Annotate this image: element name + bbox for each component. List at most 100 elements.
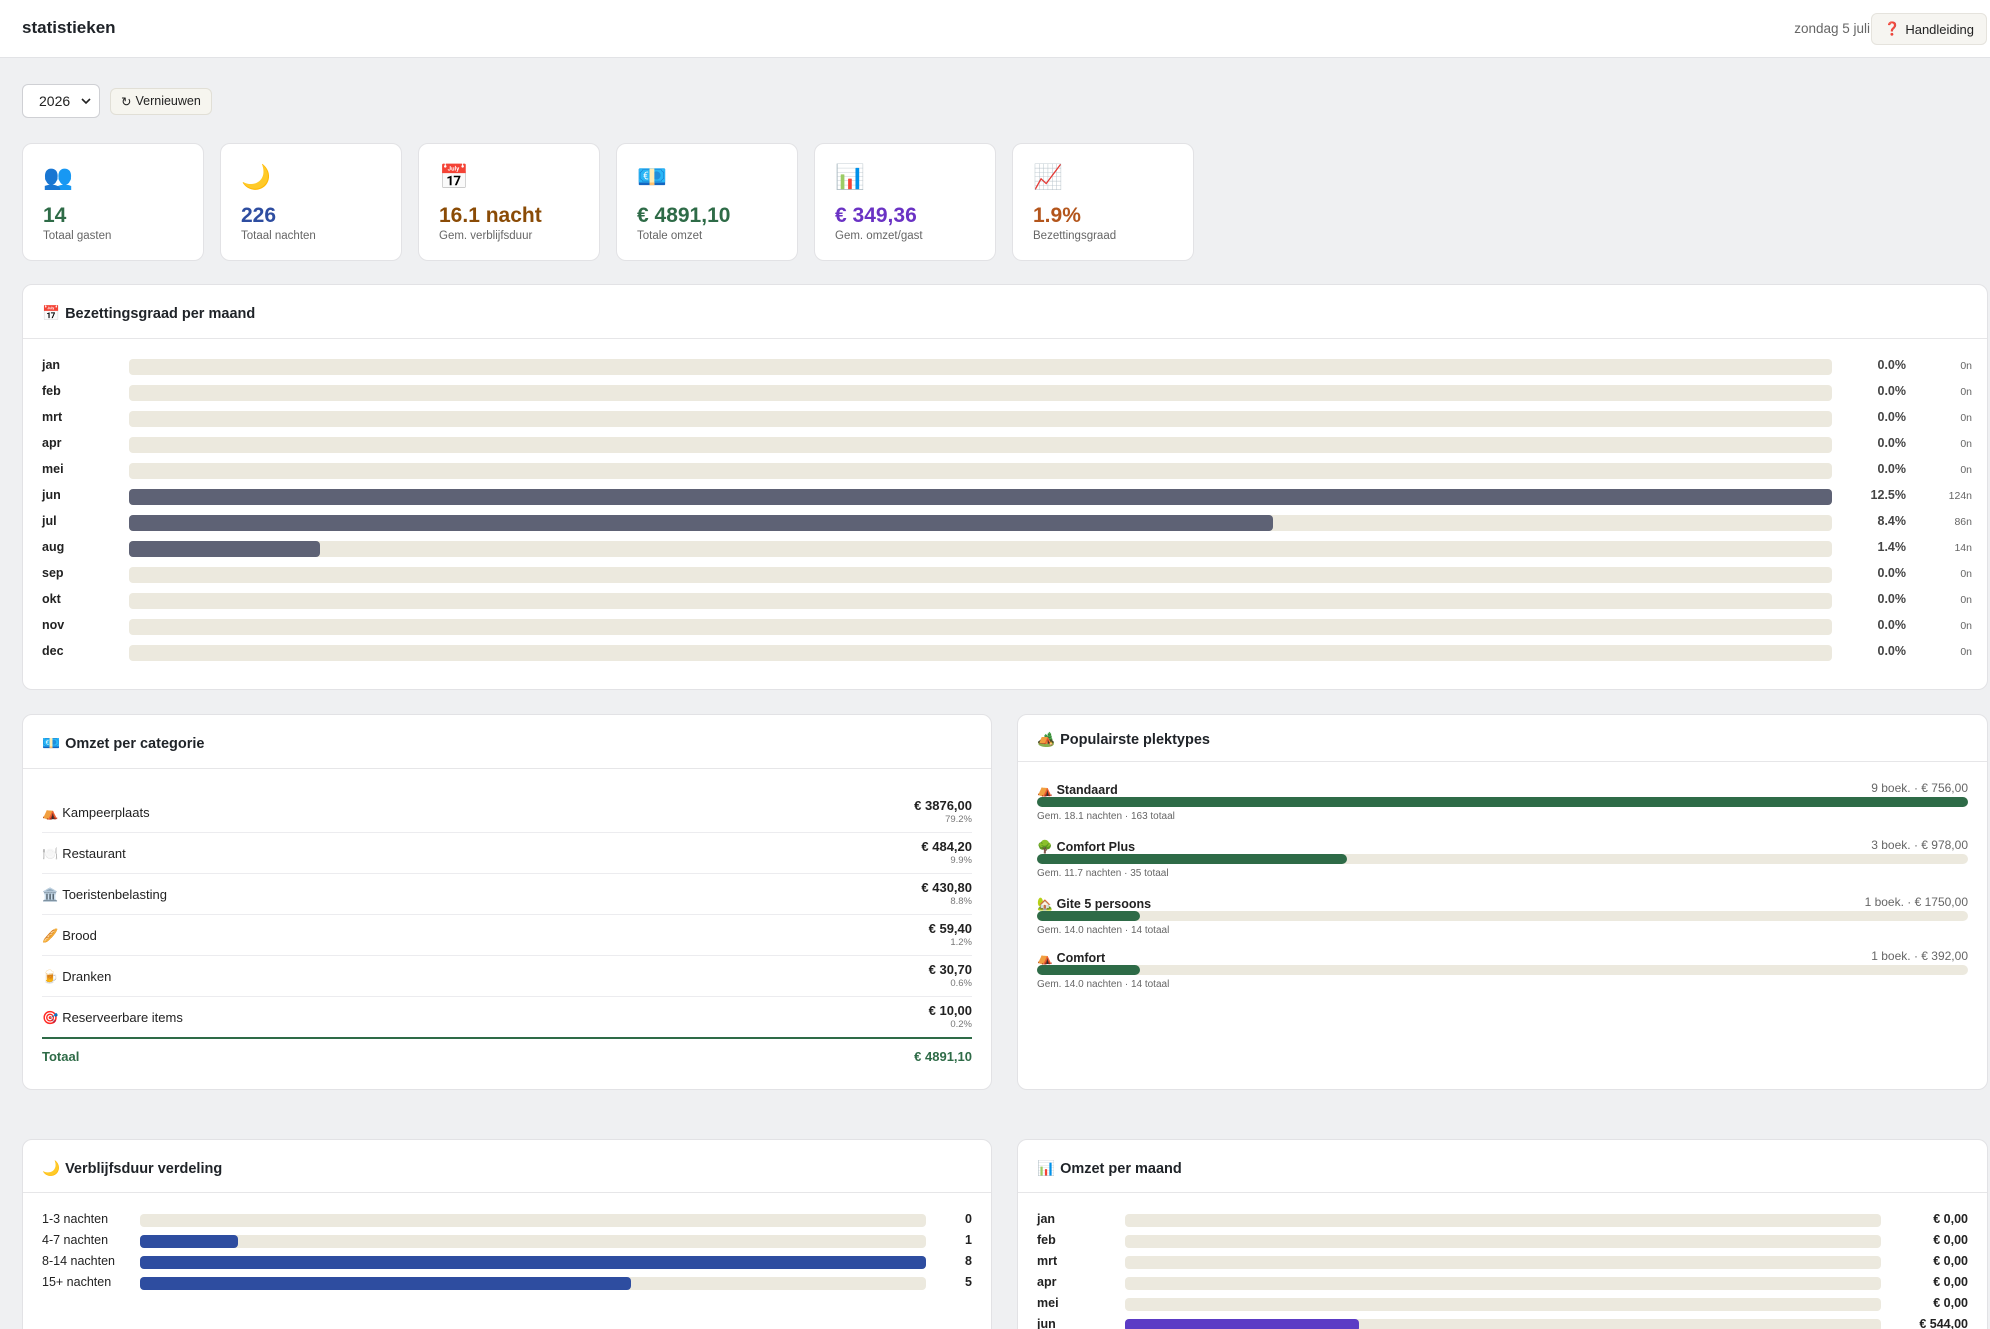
stay-duration-bar-track xyxy=(140,1214,926,1227)
occupancy-row: aug 1.4% 14n xyxy=(42,538,1987,558)
category-name: ⛺ Kampeerplaats xyxy=(42,805,150,821)
stat-value: 16.1 nacht xyxy=(439,204,542,227)
stat-value: 14 xyxy=(43,204,67,227)
stay-duration-count: 0 xyxy=(965,1212,972,1226)
revenue-month-amount: € 544,00 xyxy=(1919,1317,1968,1329)
stat-card-total-guests: 👥 14 Totaal gasten xyxy=(22,143,204,261)
revenue-category-title: 💶 Omzet per categorie xyxy=(42,735,205,753)
stay-duration-count: 1 xyxy=(965,1233,972,1247)
pitch-type-name: ⛺ Comfort xyxy=(1037,951,1105,966)
refresh-button-label: Vernieuwen xyxy=(135,94,201,108)
occupancy-bar-track xyxy=(129,489,1832,505)
occupancy-percentage: 0.0% xyxy=(1877,384,1907,398)
pitch-type-label: Standaard xyxy=(1056,783,1118,797)
occupancy-percentage: 0.0% xyxy=(1877,618,1907,632)
revenue-month-bar-track xyxy=(1125,1214,1881,1227)
calendar-icon: 📅 xyxy=(42,306,61,322)
occupancy-bar-track xyxy=(129,385,1832,401)
category-icon: 🎯 xyxy=(42,1010,59,1025)
occupancy-bar-track xyxy=(129,619,1832,635)
stay-duration-label: 4-7 nachten xyxy=(42,1233,109,1247)
occupancy-nights: 0n xyxy=(1960,464,1972,476)
revenue-month-title: 📊 Omzet per maand xyxy=(1037,1160,1182,1178)
stay-duration-bar-track xyxy=(140,1235,926,1248)
revenue-month-amount: € 0,00 xyxy=(1933,1275,1968,1289)
category-name: 🍽️ Restaurant xyxy=(42,846,126,862)
refresh-icon: ↻ xyxy=(121,94,132,109)
pitch-type-label: Gite 5 persoons xyxy=(1056,897,1152,911)
help-button[interactable]: ❓ Handleiding xyxy=(1871,13,1987,45)
refresh-button[interactable]: ↻ Vernieuwen xyxy=(110,87,212,115)
revenue-month-label: mei xyxy=(1037,1296,1059,1310)
revenue-month-bar-track xyxy=(1125,1256,1881,1269)
pitch-type-label: Comfort xyxy=(1056,951,1106,965)
occupancy-row: mrt 0.0% 0n xyxy=(42,408,1987,428)
money-icon: 💶 xyxy=(637,164,667,191)
category-share: 0.2% xyxy=(950,1019,972,1030)
pitch-type-bar-fill xyxy=(1037,797,1968,807)
occupancy-percentage: 0.0% xyxy=(1877,358,1907,372)
occupancy-bar-track xyxy=(129,541,1832,557)
stat-card-total-revenue: 💶 € 4891,10 Totale omzet xyxy=(616,143,798,261)
question-icon: ❓ xyxy=(1884,21,1901,36)
category-share: 8.8% xyxy=(950,896,972,907)
stat-label: Totaal gasten xyxy=(43,230,112,242)
pitch-type-bar-fill xyxy=(1037,911,1141,921)
month-label: apr xyxy=(42,436,62,450)
revenue-month-label: feb xyxy=(1037,1233,1056,1247)
revenue-month-bar-track xyxy=(1125,1319,1881,1329)
revenue-month-row: feb € 0,00 xyxy=(1037,1231,1968,1251)
year-select-value: 2026 xyxy=(39,93,71,109)
category-amount: € 484,20 xyxy=(921,839,972,854)
stat-card-avg-revenue-guest: 📊 € 349,36 Gem. omzet/gast xyxy=(814,143,996,261)
moon-icon: 🌙 xyxy=(42,1161,61,1177)
pitch-type-bar-track xyxy=(1037,965,1968,975)
revenue-month-panel: 📊 Omzet per maand jan € 0,00 feb € 0,00 mrt €… xyxy=(1017,1139,1988,1329)
occupancy-bar-fill xyxy=(129,541,320,557)
pitch-type-icon: 🌳 xyxy=(1037,840,1053,854)
stat-label: Totaal nachten xyxy=(241,230,316,242)
pitch-type-nights: Gem. 14.0 nachten · 14 totaal xyxy=(1037,979,1170,990)
category-name: 🥖 Brood xyxy=(42,928,97,944)
occupancy-percentage: 0.0% xyxy=(1877,436,1907,450)
occupancy-percentage: 0.0% xyxy=(1877,592,1907,606)
category-row: ⛺ Kampeerplaats € 3876,00 79.2% xyxy=(42,792,972,833)
occupancy-bar-track xyxy=(129,593,1832,609)
pitch-type-bar-fill xyxy=(1037,965,1141,975)
occupancy-row: jul 8.4% 86n xyxy=(42,512,1987,532)
stay-duration-bar-fill xyxy=(140,1256,926,1269)
stay-duration-bar-track xyxy=(140,1256,926,1269)
category-icon: ⛺ xyxy=(42,805,59,820)
occupancy-row: feb 0.0% 0n xyxy=(42,382,1987,402)
occupancy-row: dec 0.0% 0n xyxy=(42,642,1987,662)
category-name: 🏛️ Toeristenbelasting xyxy=(42,887,167,903)
month-label: dec xyxy=(42,644,64,658)
pitch-type-label: Comfort Plus xyxy=(1056,840,1136,854)
occupancy-bar-track xyxy=(129,359,1832,375)
occupancy-percentage: 0.0% xyxy=(1877,644,1907,658)
category-amount: € 3876,00 xyxy=(914,798,972,813)
occupancy-bar-fill xyxy=(129,489,1832,505)
category-total-amount: € 4891,10 xyxy=(914,1049,972,1064)
stay-duration-bar-track xyxy=(140,1277,926,1290)
occupancy-bar-track xyxy=(129,437,1832,453)
category-amount: € 10,00 xyxy=(928,1003,972,1018)
year-select[interactable]: 2026 xyxy=(22,84,100,118)
stat-label: Bezettingsgraad xyxy=(1033,230,1117,242)
revenue-month-bar-track xyxy=(1125,1277,1881,1290)
month-label: mei xyxy=(42,462,64,476)
stay-duration-panel: 🌙 Verblijfsduur verdeling 1-3 nachten 0 4-… xyxy=(22,1139,992,1329)
occupancy-percentage: 0.0% xyxy=(1877,410,1907,424)
help-button-label: Handleiding xyxy=(1905,21,1974,37)
bar-chart-icon: 📊 xyxy=(835,164,865,191)
occupancy-nights: 0n xyxy=(1960,412,1972,424)
revenue-month-label: jan xyxy=(1037,1212,1056,1226)
pitch-type-icon: 🏡 xyxy=(1037,897,1053,911)
pitch-type-name: 🏡 Gite 5 persoons xyxy=(1037,897,1151,912)
category-label: Reserveerbare items xyxy=(62,1010,183,1025)
occupancy-row: jan 0.0% 0n xyxy=(42,356,1987,376)
pitch-type-row: ⛺ Comfort 1 boek. · € 392,00 Gem. 14.0 nach… xyxy=(1037,949,1968,999)
occupancy-nights: 0n xyxy=(1960,360,1972,372)
pitch-type-name: 🌳 Comfort Plus xyxy=(1037,840,1135,855)
month-label: feb xyxy=(42,384,61,398)
